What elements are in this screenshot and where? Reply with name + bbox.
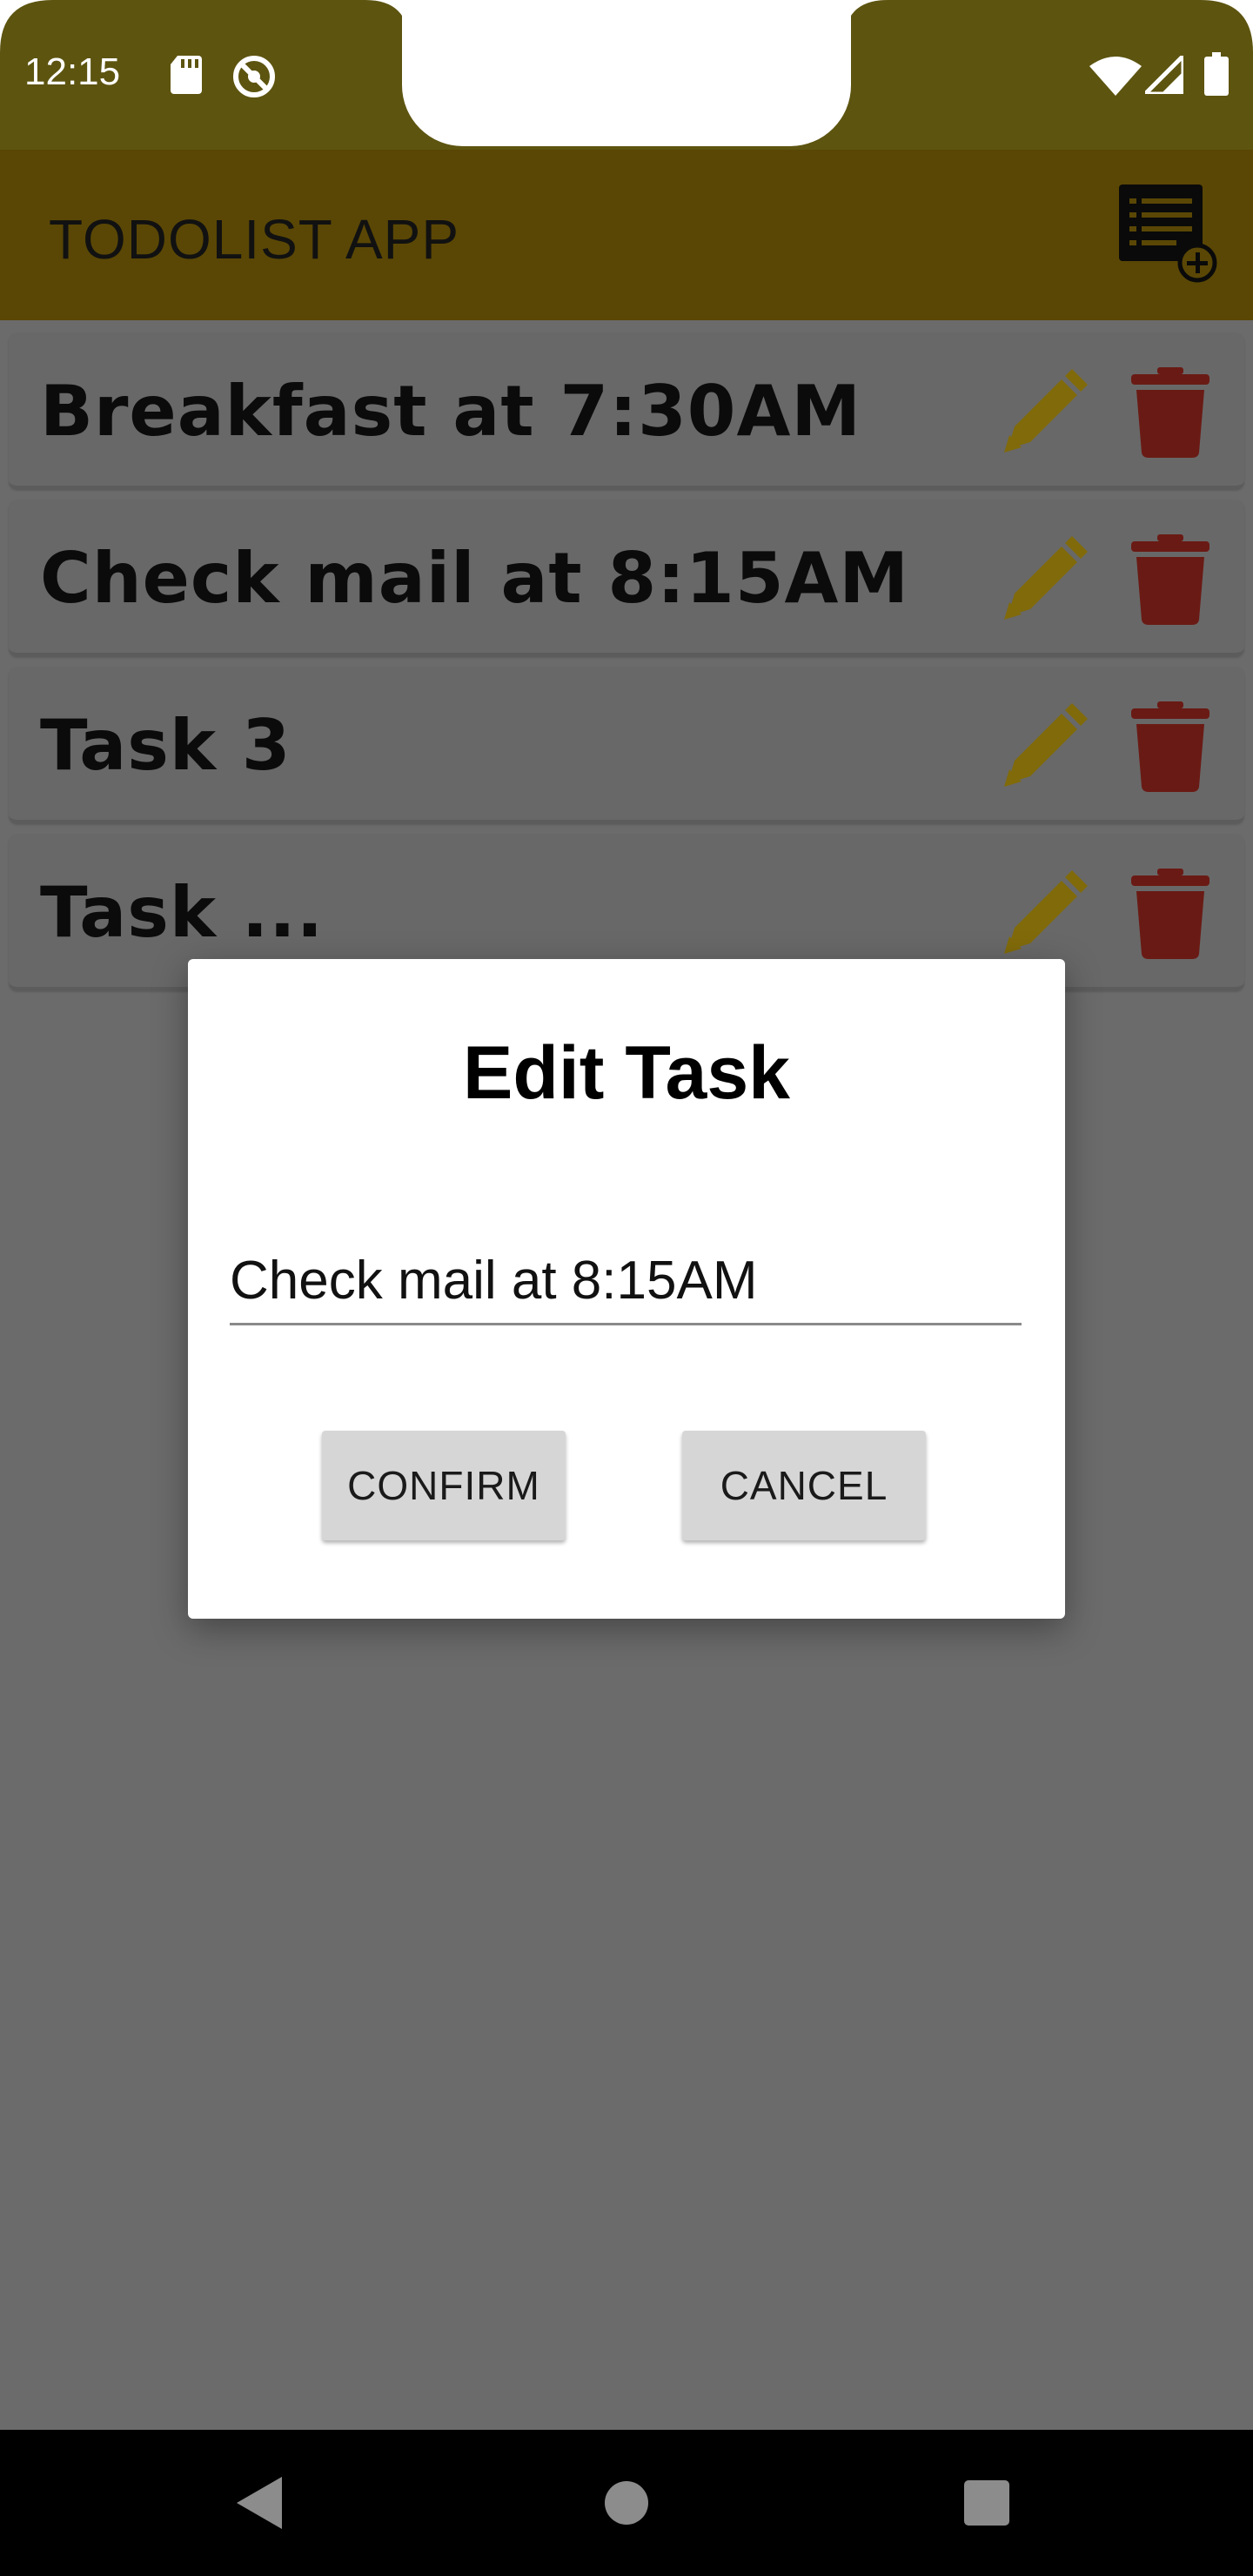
- edit-pencil-icon[interactable]: [1001, 536, 1088, 623]
- add-list-icon[interactable]: [1117, 183, 1218, 284]
- navigation-bar: [0, 2430, 1253, 2576]
- task-label: Task ...: [40, 872, 325, 953]
- status-time: 12:15: [24, 50, 121, 93]
- back-icon[interactable]: [237, 2477, 282, 2529]
- sd-card-icon: [171, 56, 202, 94]
- recents-icon[interactable]: [964, 2480, 1009, 2526]
- task-row[interactable]: Task 3: [9, 667, 1244, 823]
- trash-icon[interactable]: [1131, 869, 1209, 959]
- task-label: Check mail at 8:15AM: [40, 538, 910, 619]
- task-row[interactable]: Check mail at 8:15AM: [9, 500, 1244, 656]
- edit-pencil-icon[interactable]: [1001, 369, 1088, 456]
- task-row[interactable]: Breakfast at 7:30AM: [9, 332, 1244, 489]
- camera-notch: [402, 0, 851, 146]
- notch-right-curve: [844, 0, 888, 44]
- screen-corner-left: [0, 0, 52, 52]
- signal-icon: [1145, 56, 1183, 94]
- edit-task-dialog: Edit Task CONFIRM CANCEL: [188, 959, 1065, 1619]
- sync-icon: [233, 56, 275, 97]
- edit-pencil-icon[interactable]: [1001, 870, 1088, 957]
- task-name-input[interactable]: [230, 1238, 1022, 1325]
- trash-icon[interactable]: [1131, 534, 1209, 625]
- trash-icon[interactable]: [1131, 367, 1209, 458]
- trash-icon[interactable]: [1131, 701, 1209, 792]
- edit-pencil-icon[interactable]: [1001, 703, 1088, 790]
- app-title: TODOLIST APP: [49, 208, 460, 271]
- confirm-button[interactable]: CONFIRM: [322, 1431, 566, 1540]
- task-label: Breakfast at 7:30AM: [40, 371, 861, 452]
- home-icon[interactable]: [604, 2480, 649, 2526]
- screen-corner-right: [1201, 0, 1253, 52]
- notch-left-curve: [365, 0, 409, 44]
- dialog-title: Edit Task: [463, 1031, 790, 1115]
- task-label: Task 3: [40, 705, 291, 786]
- battery-icon: [1204, 52, 1229, 96]
- wifi-icon: [1089, 57, 1142, 96]
- cancel-button[interactable]: CANCEL: [682, 1431, 926, 1540]
